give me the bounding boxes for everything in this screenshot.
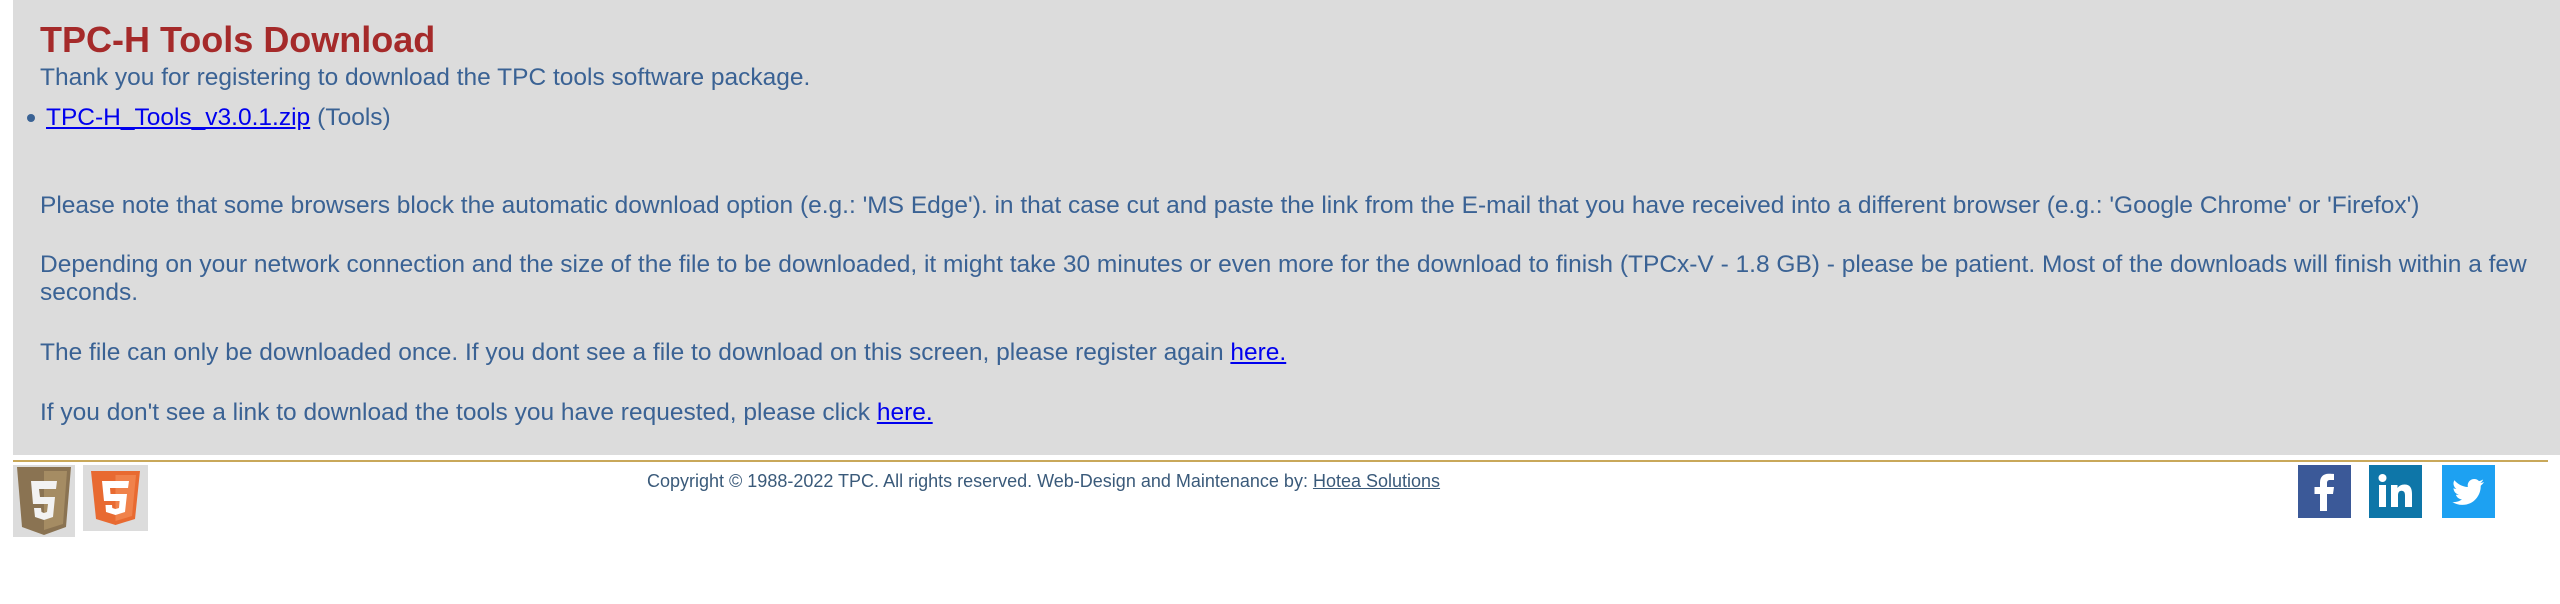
main-content: TPC-H Tools Download Thank you for regis… (13, 0, 2560, 455)
html5-icon (13, 465, 75, 537)
register-again-link[interactable]: here. (1230, 339, 1286, 366)
download-once-note: The file can only be downloaded once. If… (40, 339, 1286, 367)
request-link[interactable]: here. (877, 399, 933, 426)
list-item: TPC-H_Tools_v3.0.1.zip (Tools) (27, 104, 391, 132)
download-list: TPC-H_Tools_v3.0.1.zip (Tools) (27, 104, 391, 132)
bullet-icon (27, 114, 35, 122)
twitter-icon[interactable] (2442, 465, 2495, 518)
footer-divider (13, 460, 2548, 462)
file-type-tag: (Tools) (317, 104, 391, 131)
copyright-label: Copyright © 1988-2022 TPC. All rights re… (647, 471, 1313, 491)
css3-icon (83, 465, 148, 531)
no-link-text: If you don't see a link to download the … (40, 399, 877, 426)
download-time-note: Depending on your network connection and… (40, 251, 2527, 306)
linkedin-icon[interactable] (2369, 465, 2422, 518)
copyright-text: Copyright © 1988-2022 TPC. All rights re… (647, 471, 1440, 492)
download-once-text: The file can only be downloaded once. If… (40, 339, 1231, 366)
download-link[interactable]: TPC-H_Tools_v3.0.1.zip (46, 104, 310, 132)
designer-link[interactable]: Hotea Solutions (1313, 471, 1440, 491)
intro-text: Thank you for registering to download th… (40, 64, 811, 91)
no-link-note: If you don't see a link to download the … (40, 399, 933, 427)
facebook-icon[interactable] (2298, 465, 2351, 518)
browser-note: Please note that some browsers block the… (40, 192, 2420, 219)
page-title: TPC-H Tools Download (40, 19, 436, 60)
